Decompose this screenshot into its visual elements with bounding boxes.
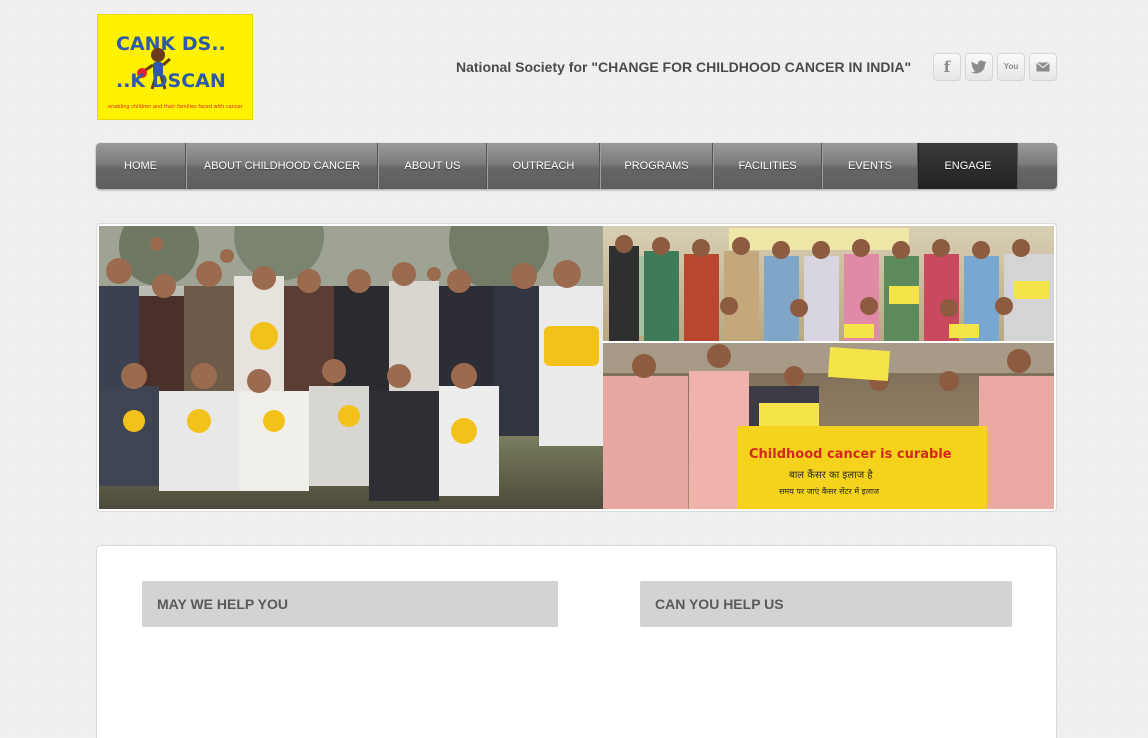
facebook-icon[interactable]: f (933, 53, 961, 81)
banner-sign-hindi-2: समय पर जाएं कैंसर सेंटर में इलाज (779, 486, 880, 496)
social-links: f You (933, 53, 1057, 81)
nav-home[interactable]: HOME (96, 143, 186, 189)
nav-about-us[interactable]: ABOUT US (378, 143, 487, 189)
youtube-icon[interactable]: You (997, 53, 1025, 81)
header-tagline: National Society for "CHANGE FOR CHILDHO… (456, 59, 912, 75)
nav-outreach[interactable]: OUTREACH (487, 143, 600, 189)
nav-programs[interactable]: PROGRAMS (600, 143, 713, 189)
mail-icon[interactable] (1029, 53, 1057, 81)
logo-line2: ..K DSCAN (116, 70, 226, 92)
banner-photo-rally: Childhood cancer is curable बाल कैंसर का… (603, 343, 1054, 509)
banner-sign-hindi: बाल कैंसर का इलाज है (789, 469, 873, 481)
logo-line1: CANK DS.. (116, 33, 226, 55)
nav-about-childhood-cancer[interactable]: ABOUT CHILDHOOD CANCER (186, 143, 378, 189)
banner-photo-group-outdoor (99, 226, 603, 509)
nav-engage[interactable]: ENGAGE (918, 143, 1018, 189)
logo-tagline: enabling children and their families fac… (108, 104, 244, 110)
main-nav: HOME ABOUT CHILDHOOD CANCER ABOUT US OUT… (96, 143, 1057, 189)
hero-banner: Childhood cancer is curable बाल कैंसर का… (96, 223, 1057, 512)
banner-sign-english: Childhood cancer is curable (749, 447, 952, 462)
banner-collage: Childhood cancer is curable बाल कैंसर का… (99, 226, 1054, 509)
content-panel: MAY WE HELP YOU CAN YOU HELP US (96, 545, 1057, 738)
can-you-help-us-heading[interactable]: CAN YOU HELP US (640, 581, 1012, 627)
nav-events[interactable]: EVENTS (822, 143, 918, 189)
twitter-icon[interactable] (965, 53, 993, 81)
site-logo[interactable]: CANK DS.. ..K DSCAN enabling children an… (97, 14, 253, 120)
banner-photo-workshop (603, 226, 1054, 341)
nav-facilities[interactable]: FACILITIES (713, 143, 822, 189)
may-we-help-you-heading[interactable]: MAY WE HELP YOU (142, 581, 558, 627)
